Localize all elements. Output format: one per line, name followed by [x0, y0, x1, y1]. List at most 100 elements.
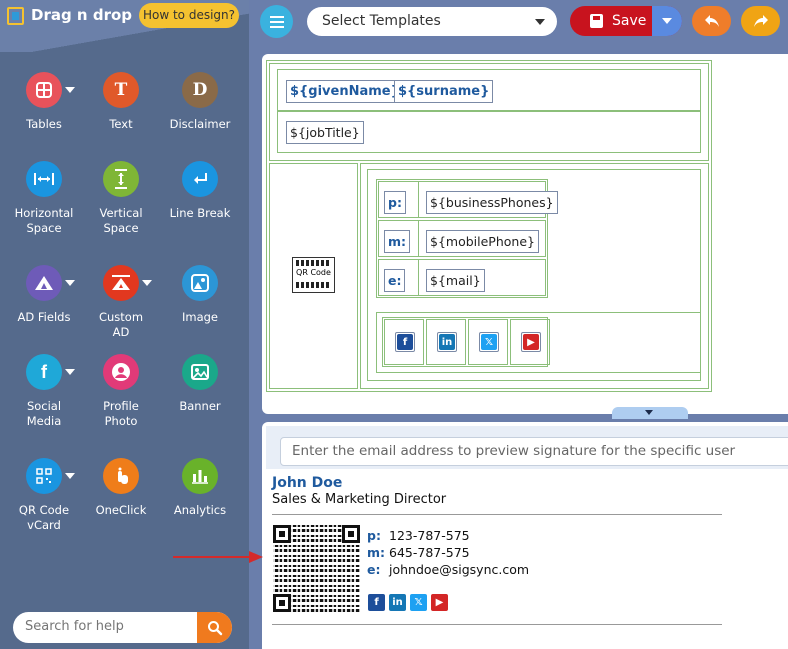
tool-line-break[interactable]: Line Break	[160, 161, 240, 221]
chevron-down-icon[interactable]	[65, 369, 75, 375]
tool-custom-ad[interactable]: Custom AD	[81, 265, 161, 340]
preview-contact-key: m:	[367, 545, 386, 560]
tool-oneclick[interactable]: OneClick	[81, 458, 161, 518]
surname-field[interactable]: ${surname}	[394, 80, 494, 103]
tool-label: Disclaimer	[169, 117, 231, 131]
given-name-field[interactable]: ${givenName}	[286, 80, 404, 103]
preview-contact-value: 123-787-575	[389, 528, 470, 543]
youtube-icon-frame[interactable]: ▶	[521, 332, 541, 352]
contact-key[interactable]: m:	[384, 230, 411, 253]
chevron-down-icon[interactable]	[65, 473, 75, 479]
tool-text[interactable]: T Text	[81, 72, 161, 132]
horizontal-space-icon	[26, 161, 62, 197]
x-icon[interactable]: 𝕏	[410, 594, 427, 611]
tool-label: Image	[181, 310, 219, 324]
redo-button[interactable]	[741, 6, 780, 36]
qr-code-label: QR Code	[296, 268, 331, 277]
contact-key[interactable]: e:	[384, 269, 406, 292]
save-button[interactable]: Save	[570, 6, 652, 36]
tool-label: Analytics	[173, 503, 227, 517]
tool-label: Vertical Space	[99, 206, 143, 235]
contact-value-field[interactable]: ${mail}	[426, 269, 485, 292]
search-help-button[interactable]	[197, 612, 232, 643]
d-letter-icon: D	[182, 72, 218, 108]
select-templates-dropdown[interactable]: Select Templates	[307, 7, 557, 36]
tool-label: Horizontal Space	[14, 206, 74, 235]
tool-tables[interactable]: Tables	[4, 72, 84, 132]
signature-canvas[interactable]: ${givenName} ${surname} ${jobTitle} QR C…	[262, 54, 788, 414]
tool-label: Social Media	[26, 399, 62, 428]
contact-value-field[interactable]: ${mobilePhone}	[426, 230, 539, 253]
linkedin-icon: in	[439, 334, 455, 350]
signature-table[interactable]: ${givenName} ${surname} ${jobTitle} QR C…	[266, 60, 712, 392]
signature-preview: Enter the email address to preview signa…	[262, 422, 788, 649]
tool-label: Line Break	[169, 206, 231, 220]
custom-ad-icon	[103, 265, 139, 301]
image-icon	[182, 265, 218, 301]
divider	[272, 624, 722, 625]
undo-button[interactable]	[692, 6, 731, 36]
facebook-icon: f	[397, 334, 413, 350]
tool-label: AD Fields	[17, 310, 71, 324]
tool-qr-code-vcard[interactable]: QR Code vCard	[4, 458, 84, 533]
t-letter-icon: T	[103, 72, 139, 108]
save-label: Save	[612, 13, 647, 29]
cell-divider	[418, 259, 419, 296]
tool-label: Tables	[26, 117, 62, 131]
tool-label: Banner	[179, 399, 221, 413]
save-dropdown-button[interactable]	[652, 6, 682, 36]
tool-analytics[interactable]: Analytics	[160, 458, 240, 518]
tool-label: QR Code vCard	[18, 503, 70, 532]
preview-contact-key: e:	[367, 562, 381, 577]
qr-code-placeholder[interactable]: QR Code	[292, 257, 335, 293]
tool-vertical-space[interactable]: Vertical Space	[81, 161, 161, 236]
facebook-icon: f	[26, 354, 62, 390]
divider	[272, 514, 722, 515]
tool-image[interactable]: Image	[160, 265, 240, 325]
tool-banner[interactable]: Banner	[160, 354, 240, 414]
preview-title: Sales & Marketing Director	[272, 492, 447, 507]
youtube-icon[interactable]: ▶	[431, 594, 448, 611]
job-title-field[interactable]: ${jobTitle}	[286, 121, 364, 144]
line-break-icon	[182, 161, 218, 197]
vertical-space-icon	[103, 161, 139, 197]
preview-email-input[interactable]: Enter the email address to preview signa…	[280, 437, 788, 466]
contact-value-field[interactable]: ${businessPhones}	[426, 191, 558, 214]
banner-icon	[182, 354, 218, 390]
tool-social-media[interactable]: f Social Media	[4, 354, 84, 429]
tool-horizontal-space[interactable]: Horizontal Space	[4, 161, 84, 236]
preview-contact-row: m: 645-787-575	[367, 545, 470, 560]
resize-handle[interactable]	[612, 407, 688, 419]
chevron-down-icon[interactable]	[142, 280, 152, 286]
floppy-disk-icon	[590, 14, 603, 28]
select-templates-label: Select Templates	[322, 13, 441, 29]
linkedin-icon[interactable]: in	[389, 594, 406, 611]
menu-button[interactable]	[260, 5, 293, 38]
search-help-input[interactable]	[25, 619, 195, 634]
preview-contact-value: 645-787-575	[389, 545, 470, 560]
tool-label: OneClick	[95, 503, 147, 517]
facebook-icon[interactable]: f	[368, 594, 385, 611]
tool-profile-photo[interactable]: Profile Photo	[81, 354, 161, 429]
youtube-icon: ▶	[523, 334, 539, 350]
contact-key[interactable]: p:	[384, 191, 406, 214]
linkedin-icon-frame[interactable]: in	[437, 332, 457, 352]
x-icon-frame[interactable]: 𝕏	[479, 332, 499, 352]
analytics-icon	[182, 458, 218, 494]
tool-ad-fields[interactable]: AD Fields	[4, 265, 84, 325]
tool-disclaimer[interactable]: D Disclaimer	[160, 72, 240, 132]
grid-icon	[26, 72, 62, 108]
how-to-design-button[interactable]: How to design?	[139, 3, 239, 28]
tool-label: Profile Photo	[103, 399, 139, 428]
sidebar-header: Drag n drop How to design?	[0, 0, 249, 52]
chevron-down-icon[interactable]	[65, 87, 75, 93]
preview-bar: Enter the email address to preview signa…	[266, 426, 788, 469]
x-icon: 𝕏	[481, 334, 497, 350]
chevron-down-icon[interactable]	[65, 280, 75, 286]
cell-divider	[418, 181, 419, 218]
facebook-icon-frame[interactable]: f	[395, 332, 415, 352]
preview-contact-row: p: 123-787-575	[367, 528, 470, 543]
save-button-group: Save	[570, 6, 682, 36]
ad-fields-icon	[26, 265, 62, 301]
redo-icon	[753, 15, 768, 27]
